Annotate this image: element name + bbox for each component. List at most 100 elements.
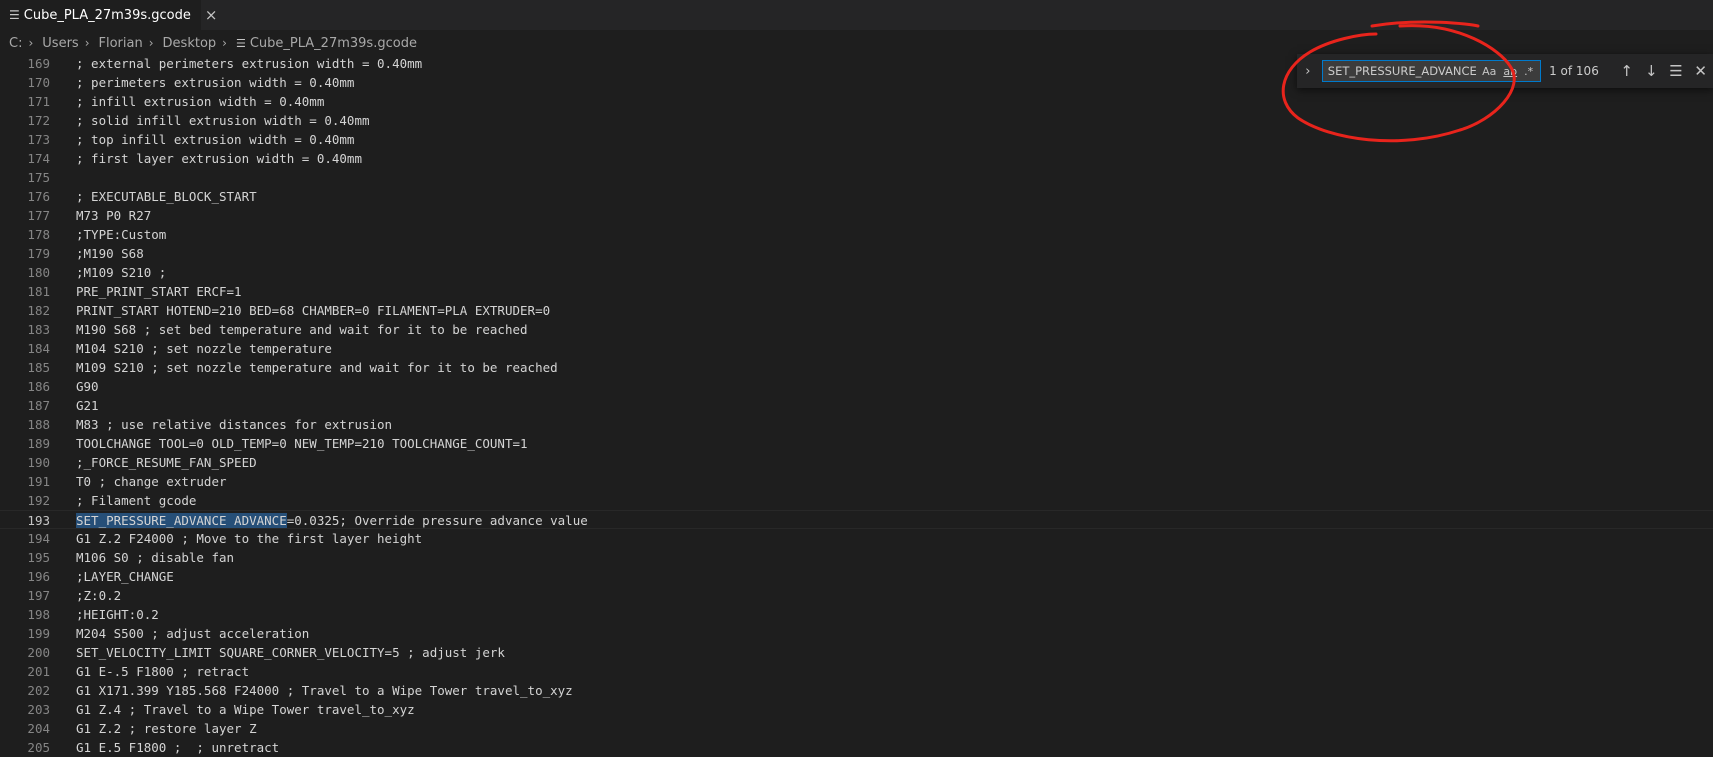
code-line[interactable]: 200 SET_VELOCITY_LIMIT SQUARE_CORNER_VELO… <box>0 643 1713 662</box>
code-line[interactable]: 190 ;_FORCE_RESUME_FAN_SPEED <box>0 453 1713 472</box>
code-line[interactable]: 183 M190 S68 ; set bed temperature and wa… <box>0 320 1713 339</box>
line-text: G1 Z.2 F24000 ; Move to the first layer … <box>76 531 423 546</box>
line-text: T0 ; change extruder <box>76 474 227 489</box>
code-line[interactable]: 171 ; infill extrusion width = 0.40mm <box>0 92 1713 111</box>
line-number: 181 <box>27 284 50 299</box>
line-number: 203 <box>27 702 50 717</box>
line-number: 171 <box>27 94 50 109</box>
line-number: 172 <box>27 113 50 128</box>
chevron-right-icon: › <box>28 36 34 50</box>
line-text: M83 ; use relative distances for extrusi… <box>76 417 393 432</box>
close-tab-icon[interactable]: × <box>205 6 218 24</box>
code-line[interactable]: 202 G1 X171.399 Y185.568 F24000 ; Travel … <box>0 681 1713 700</box>
line-text: M109 S210 ; set nozzle temperature and w… <box>76 360 558 375</box>
code-line[interactable]: 178 ;TYPE:Custom <box>0 225 1713 244</box>
code-line[interactable]: 180 ;M109 S210 ; <box>0 263 1713 282</box>
find-in-selection-icon[interactable]: ☰ <box>1664 62 1689 80</box>
line-number: 190 <box>27 455 50 470</box>
code-line[interactable]: 177 M73 P0 R27 <box>0 206 1713 225</box>
code-line[interactable]: 184 M104 S210 ; set nozzle temperature <box>0 339 1713 358</box>
code-line[interactable]: 188 M83 ; use relative distances for extr… <box>0 415 1713 434</box>
line-number: 170 <box>27 75 50 90</box>
code-line[interactable]: 197 ;Z:0.2 <box>0 586 1713 605</box>
code-line[interactable]: 192 ; Filament gcode <box>0 491 1713 510</box>
line-text: SET_PRESSURE_ADVANCE ADVANCE=0.0325; Ove… <box>76 511 588 530</box>
code-line[interactable]: 176 ; EXECUTABLE_BLOCK_START <box>0 187 1713 206</box>
line-text: ; Filament gcode <box>76 493 197 508</box>
code-line[interactable]: 187 G21 <box>0 396 1713 415</box>
line-number: 184 <box>27 341 50 356</box>
line-text: ; solid infill extrusion width = 0.40mm <box>76 113 370 128</box>
breadcrumb-file[interactable]: Cube_PLA_27m39s.gcode <box>250 36 417 51</box>
breadcrumb-desktop[interactable]: Desktop <box>163 36 217 51</box>
code-line[interactable]: 205 G1 E.5 F1800 ; ; unretract <box>0 738 1713 757</box>
code-line[interactable]: 173 ; top infill extrusion width = 0.40mm <box>0 130 1713 149</box>
line-text: M190 S68 ; set bed temperature and wait … <box>76 322 528 337</box>
line-number: 176 <box>27 189 50 204</box>
breadcrumb-users[interactable]: Users <box>42 36 78 51</box>
line-text: ;M190 S68 <box>76 246 144 261</box>
line-number: 186 <box>27 379 50 394</box>
line-text: PRINT_START HOTEND=210 BED=68 CHAMBER=0 … <box>76 303 551 318</box>
line-number: 185 <box>27 360 50 375</box>
close-icon[interactable]: ✕ <box>1688 62 1713 80</box>
code-line[interactable]: 179 ;M190 S68 <box>0 244 1713 263</box>
breadcrumb-florian[interactable]: Florian <box>99 36 143 51</box>
line-text: ;M109 S210 ; <box>76 265 167 280</box>
code-line[interactable]: 182 PRINT_START HOTEND=210 BED=68 CHAMBER… <box>0 301 1713 320</box>
code-line[interactable]: 186 G90 <box>0 377 1713 396</box>
line-number: 180 <box>27 265 50 280</box>
line-number: 189 <box>27 436 50 451</box>
code-line[interactable]: 203 G1 Z.4 ; Travel to a Wipe Tower trave… <box>0 700 1713 719</box>
line-text: SET_VELOCITY_LIMIT SQUARE_CORNER_VELOCIT… <box>76 645 505 660</box>
code-line[interactable]: 189 TOOLCHANGE TOOL=0 OLD_TEMP=0 NEW_TEMP… <box>0 434 1713 453</box>
match-case-toggle[interactable]: Aa <box>1482 65 1496 78</box>
line-number: 204 <box>27 721 50 736</box>
code-line[interactable]: 194 G1 Z.2 F24000 ; Move to the first lay… <box>0 529 1713 548</box>
line-text: G1 E.5 F1800 ; ; unretract <box>76 740 280 755</box>
code-line[interactable]: 191 T0 ; change extruder <box>0 472 1713 491</box>
chevron-right-icon[interactable]: › <box>1299 64 1317 79</box>
chevron-right-icon: › <box>222 36 227 50</box>
regex-toggle[interactable]: .* <box>1524 65 1533 78</box>
whole-word-toggle[interactable]: ab <box>1503 65 1517 78</box>
line-text: M204 S500 ; adjust acceleration <box>76 626 310 641</box>
breadcrumb: C: › Users › Florian › Desktop › ☰ Cube_… <box>0 33 417 53</box>
line-number: 194 <box>27 531 50 546</box>
line-text: M73 P0 R27 <box>76 208 152 223</box>
line-text: ;LAYER_CHANGE <box>76 569 174 584</box>
line-number: 201 <box>27 664 50 679</box>
line-number: 196 <box>27 569 50 584</box>
line-text: G1 E-.5 F1800 ; retract <box>76 664 250 679</box>
line-text: ; external perimeters extrusion width = … <box>76 56 423 71</box>
arrow-up-icon[interactable]: ↑ <box>1614 62 1639 80</box>
line-number: 182 <box>27 303 50 318</box>
code-line[interactable]: 193 SET_PRESSURE_ADVANCE ADVANCE=0.0325; … <box>0 510 1713 529</box>
find-widget: › SET_PRESSURE_ADVANCE Aa ab .* 1 of 106… <box>1297 54 1713 88</box>
line-number: 183 <box>27 322 50 337</box>
line-number: 188 <box>27 417 50 432</box>
line-text: G21 <box>76 398 99 413</box>
find-input[interactable]: SET_PRESSURE_ADVANCE Aa ab .* <box>1321 60 1542 82</box>
code-line[interactable]: 175 <box>0 168 1713 187</box>
code-line[interactable]: 181 PRE_PRINT_START ERCF=1 <box>0 282 1713 301</box>
code-line[interactable]: 201 G1 E-.5 F1800 ; retract <box>0 662 1713 681</box>
code-line[interactable]: 199 M204 S500 ; adjust acceleration <box>0 624 1713 643</box>
tab-bar: ☰ Cube_PLA_27m39s.gcode × <box>0 0 1713 30</box>
code-line[interactable]: 196 ;LAYER_CHANGE <box>0 567 1713 586</box>
arrow-down-icon[interactable]: ↓ <box>1639 62 1664 80</box>
code-line[interactable]: 195 M106 S0 ; disable fan <box>0 548 1713 567</box>
code-line[interactable]: 185 M109 S210 ; set nozzle temperature an… <box>0 358 1713 377</box>
line-text: G1 Z.4 ; Travel to a Wipe Tower travel_t… <box>76 702 415 717</box>
code-editor[interactable]: 169 ; external perimeters extrusion width… <box>0 54 1713 755</box>
line-number: 192 <box>27 493 50 508</box>
breadcrumb-drive[interactable]: C: <box>9 36 22 51</box>
tab-gcode-file[interactable]: ☰ Cube_PLA_27m39s.gcode × <box>0 0 217 30</box>
line-text: ;_FORCE_RESUME_FAN_SPEED <box>76 455 257 470</box>
code-line[interactable]: 172 ; solid infill extrusion width = 0.40… <box>0 111 1713 130</box>
line-number: 202 <box>27 683 50 698</box>
line-number: 205 <box>27 740 50 755</box>
code-line[interactable]: 174 ; first layer extrusion width = 0.40m… <box>0 149 1713 168</box>
code-line[interactable]: 198 ;HEIGHT:0.2 <box>0 605 1713 624</box>
code-line[interactable]: 204 G1 Z.2 ; restore layer Z <box>0 719 1713 738</box>
